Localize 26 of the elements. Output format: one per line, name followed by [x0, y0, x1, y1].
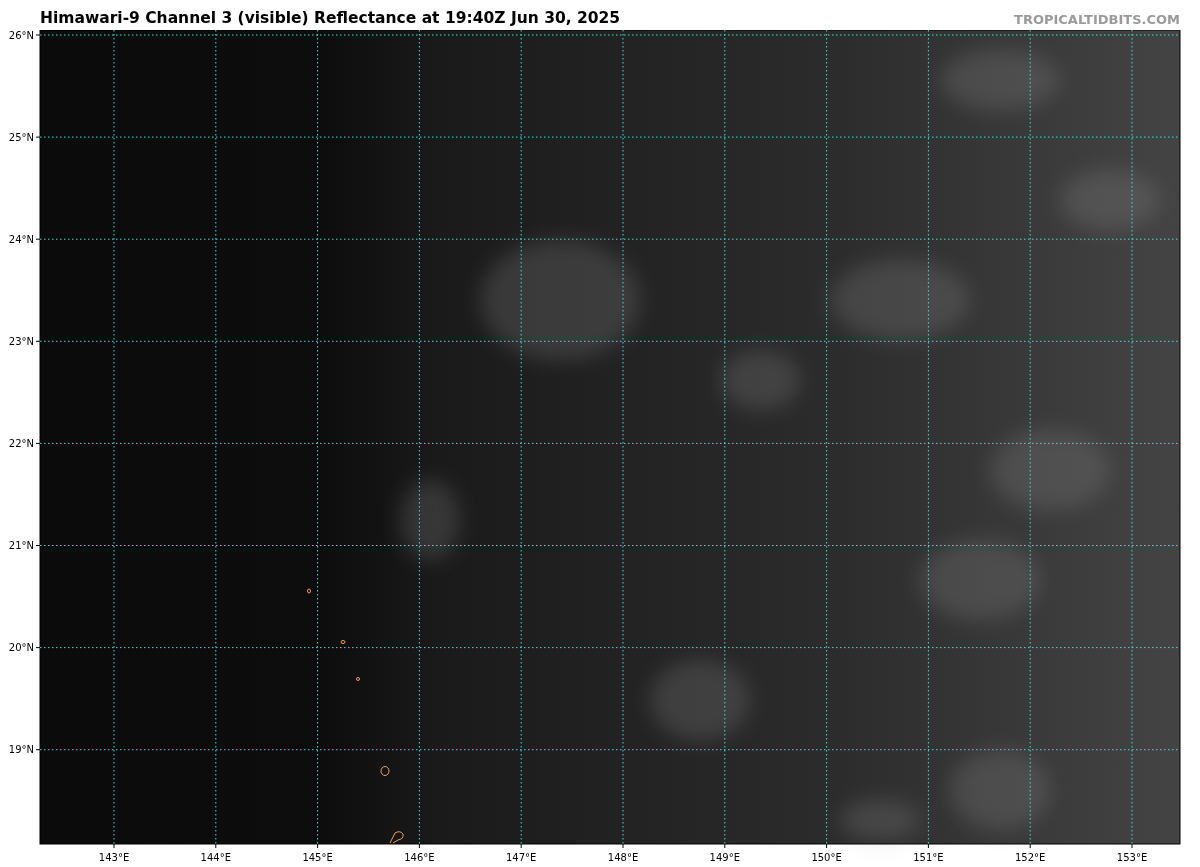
longitude-label: 150°E	[811, 852, 842, 863]
longitude-label: 148°E	[607, 852, 639, 863]
latitude-label: 19°N	[8, 744, 34, 756]
site-credit: TROPICALTIDBITS.COM	[1014, 12, 1180, 27]
latitude-label: 21°N	[8, 540, 34, 551]
island-outline	[380, 766, 390, 776]
island-outline	[389, 831, 404, 844]
chart-title: Himawari-9 Channel 3 (visible) Reflectance at 19:40Z Jun 30, 2025	[40, 9, 621, 27]
longitude-label: 151°E	[913, 852, 944, 863]
latitude-label: 23°N	[8, 335, 34, 347]
longitude-label: 153°E	[1116, 852, 1148, 863]
longitude-label: 147°E	[506, 852, 537, 863]
longitude-label: 143°E	[98, 852, 130, 863]
latitude-label: 20°N	[8, 642, 34, 654]
latitude-label: 22°N	[8, 437, 34, 449]
longitude-label: 146°E	[404, 852, 435, 863]
latitude-label: 25°N	[8, 131, 34, 143]
longitude-label: 152°E	[1015, 852, 1046, 863]
latitude-label: 26°N	[8, 30, 34, 41]
latitude-label: 24°N	[8, 233, 34, 245]
island-outline	[356, 677, 360, 681]
island-outline	[307, 588, 311, 594]
longitude-label: 144°E	[200, 852, 231, 863]
longitude-label: 149°E	[709, 852, 740, 863]
longitude-label: 145°E	[302, 852, 333, 863]
island-outline	[340, 640, 346, 644]
